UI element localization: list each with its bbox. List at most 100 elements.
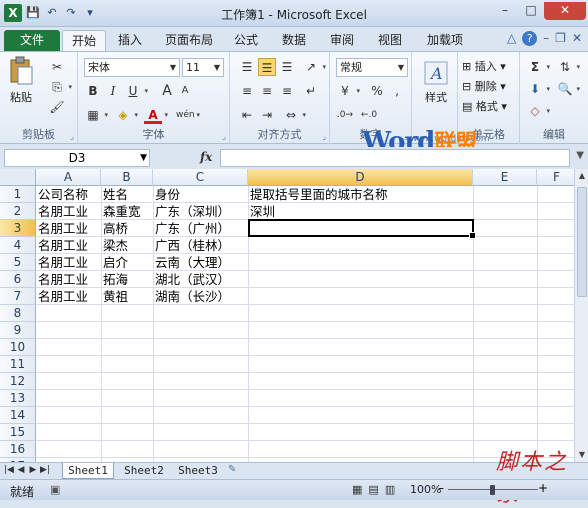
cell-c6[interactable]: 湖北（武汉） <box>153 271 230 288</box>
sort-filter-icon[interactable]: ⇅ <box>556 58 580 76</box>
row-header[interactable]: 15 <box>0 424 36 441</box>
name-box[interactable]: D3 ▼ <box>4 149 150 167</box>
align-left-icon[interactable]: ≡ <box>238 82 256 100</box>
align-center-icon[interactable]: ≡ <box>258 82 276 100</box>
row-header[interactable]: 12 <box>0 373 36 390</box>
tab-view[interactable]: 视图 <box>372 30 408 51</box>
zoom-level[interactable]: 100% <box>410 483 441 496</box>
row-header[interactable]: 14 <box>0 407 36 424</box>
align-middle-icon[interactable]: ☰ <box>258 58 276 76</box>
sheet-tab-sheet3[interactable]: Sheet3 <box>172 463 224 479</box>
zoom-slider[interactable]: – + <box>438 481 548 496</box>
insert-cells-button[interactable]: ⊞ 插入 ▾ <box>462 58 506 74</box>
zoom-knob[interactable] <box>490 485 495 495</box>
merge-center-icon[interactable]: ⇔ <box>282 106 306 124</box>
dialog-launcher-icon[interactable]: ⌟ <box>322 132 326 141</box>
italic-button[interactable]: I <box>104 82 122 100</box>
underline-button[interactable]: U <box>124 82 148 100</box>
cell-b1[interactable]: 姓名 <box>101 186 128 203</box>
orientation-icon[interactable]: ↗ <box>302 58 326 76</box>
select-all-corner[interactable] <box>0 169 36 186</box>
macro-record-icon[interactable]: ▣ <box>50 483 60 496</box>
tab-addins[interactable]: 加载项 <box>420 30 470 51</box>
row-header[interactable]: 5 <box>0 254 36 271</box>
align-bottom-icon[interactable]: ☰ <box>278 58 296 76</box>
percent-button[interactable]: % <box>368 82 386 100</box>
delete-cells-button[interactable]: ⊟ 删除 ▾ <box>462 78 506 94</box>
tab-home[interactable]: 开始 <box>62 30 106 51</box>
fill-icon[interactable]: ⬇ <box>526 80 550 98</box>
scroll-thumb[interactable] <box>577 187 587 297</box>
formula-input[interactable] <box>220 149 570 167</box>
row-header[interactable]: 8 <box>0 305 36 322</box>
cell-a5[interactable]: 名朋工业 <box>36 254 88 271</box>
wrap-text-icon[interactable]: ↵ <box>302 82 320 100</box>
row-header[interactable]: 1 <box>0 186 36 203</box>
cell-c5[interactable]: 云南（大理） <box>153 254 230 271</box>
cell-c4[interactable]: 广西（桂林） <box>153 237 230 254</box>
maximize-button[interactable]: □ <box>518 2 544 20</box>
cell-b3[interactable]: 高桥 <box>101 220 128 237</box>
column-header-c[interactable]: C <box>153 169 248 186</box>
borders-icon[interactable]: ▦ <box>84 106 108 124</box>
dialog-launcher-icon[interactable]: ⌟ <box>70 132 74 141</box>
cell-c7[interactable]: 湖南（长沙） <box>153 288 230 305</box>
comma-button[interactable]: , <box>388 82 406 100</box>
help-icon[interactable]: ? <box>522 31 538 46</box>
zoom-in-button[interactable]: + <box>538 481 548 495</box>
cell-a1[interactable]: 公司名称 <box>36 186 88 203</box>
tab-review[interactable]: 审阅 <box>324 30 360 51</box>
number-format-select[interactable]: 常规 ▼ <box>336 58 408 77</box>
scroll-up-icon[interactable]: ▲ <box>576 169 588 183</box>
column-header-b[interactable]: B <box>101 169 153 186</box>
cell-d1[interactable]: 提取括号里面的城市名称 <box>248 186 388 203</box>
bold-button[interactable]: B <box>84 82 102 100</box>
decrease-decimal-icon[interactable]: ←.0 <box>360 106 378 124</box>
format-painter-icon[interactable]: 🖌 <box>48 98 66 116</box>
decrease-indent-icon[interactable]: ⇤ <box>238 106 256 124</box>
row-header[interactable]: 16 <box>0 441 36 458</box>
phonetic-button[interactable]: wén <box>176 106 200 124</box>
cell-c3[interactable]: 广东（广州） <box>153 220 230 237</box>
cell-c1[interactable]: 身份 <box>153 186 180 203</box>
cell-b6[interactable]: 拓海 <box>101 271 128 288</box>
cell-a3[interactable]: 名朋工业 <box>36 220 88 237</box>
page-layout-view-icon[interactable]: ▤ <box>368 483 378 496</box>
workbook-close-icon[interactable]: ✕ <box>572 31 582 46</box>
workbook-restore-icon[interactable]: ❐ <box>555 31 566 46</box>
increase-decimal-icon[interactable]: .0→ <box>336 106 354 124</box>
currency-icon[interactable]: ¥ <box>336 82 360 100</box>
cell-d2[interactable]: 深圳 <box>248 203 275 220</box>
cell-a6[interactable]: 名朋工业 <box>36 271 88 288</box>
copy-icon[interactable]: ⎘ <box>48 78 72 96</box>
cell-b2[interactable]: 森重宽 <box>101 203 141 220</box>
align-right-icon[interactable]: ≡ <box>278 82 296 100</box>
tab-insert[interactable]: 插入 <box>112 30 148 51</box>
zoom-out-button[interactable]: – <box>438 481 444 495</box>
column-header-e[interactable]: E <box>473 169 537 186</box>
font-color-button[interactable]: A <box>144 106 168 124</box>
cell-b5[interactable]: 启介 <box>101 254 128 271</box>
format-cells-button[interactable]: ▤ 格式 ▾ <box>462 98 507 114</box>
minimize-button[interactable]: – <box>492 2 518 20</box>
column-header-a[interactable]: A <box>36 169 101 186</box>
insert-function-button[interactable]: fx <box>200 150 212 164</box>
cell-a4[interactable]: 名朋工业 <box>36 237 88 254</box>
insert-sheet-icon[interactable]: ✎ <box>228 464 236 475</box>
row-header[interactable]: 6 <box>0 271 36 288</box>
last-sheet-icon[interactable]: ▶| <box>40 465 50 475</box>
autosum-button[interactable]: Σ <box>526 58 550 76</box>
vertical-scrollbar[interactable]: ▲ ▼ <box>574 169 588 462</box>
page-break-view-icon[interactable]: ▥ <box>385 483 395 496</box>
cell-b4[interactable]: 梁杰 <box>101 237 128 254</box>
tab-formulas[interactable]: 公式 <box>228 30 264 51</box>
minimize-ribbon-icon[interactable]: △ <box>507 31 516 46</box>
workbook-minimize-icon[interactable]: – <box>543 31 549 46</box>
row-header[interactable]: 11 <box>0 356 36 373</box>
expand-formula-bar-icon[interactable]: ▼ <box>576 150 584 161</box>
grow-font-button[interactable]: A <box>158 82 176 100</box>
normal-view-icon[interactable]: ▦ <box>352 483 362 496</box>
sheet-tab-sheet1[interactable]: Sheet1 <box>62 463 114 479</box>
clear-icon[interactable]: ◇ <box>526 102 550 120</box>
paste-button[interactable]: 粘贴 <box>6 56 36 105</box>
